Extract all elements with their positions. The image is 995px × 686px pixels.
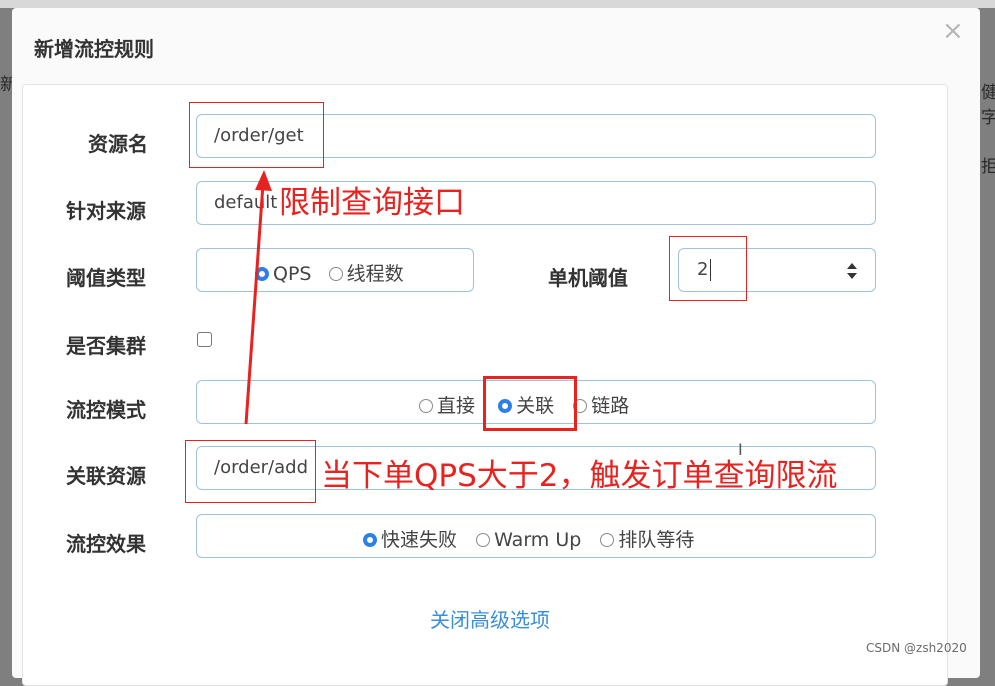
watermark: CSDN @zsh2020 xyxy=(866,641,967,655)
annotation-note-trigger: 当下单QPS大于2，触发订单查询限流 xyxy=(321,458,838,494)
annotation-note-limit-query: 限制查询接口 xyxy=(279,185,465,221)
annotation-arrow xyxy=(244,170,272,425)
